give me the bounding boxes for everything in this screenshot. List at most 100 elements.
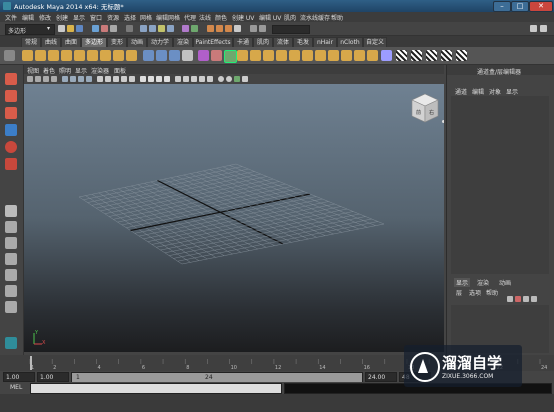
menu-create[interactable]: 创建	[56, 13, 68, 22]
playback-end-field[interactable]: 24.00	[365, 372, 397, 382]
poly-pyramid-icon[interactable]	[113, 50, 124, 61]
mirror-icon[interactable]	[211, 50, 222, 61]
poly-sphere-icon[interactable]	[22, 50, 33, 61]
select-tool-icon[interactable]	[5, 73, 17, 85]
merge-vertex-icon[interactable]	[276, 50, 287, 61]
start-time-field[interactable]: 1.00	[3, 372, 35, 382]
shelf-tab-toon[interactable]: 卡通	[233, 37, 253, 47]
channel-menu-object[interactable]: 对象	[489, 87, 501, 96]
spherical-map-icon[interactable]	[426, 50, 437, 61]
viewcube[interactable]: 前 右	[410, 92, 444, 124]
snap-curve-icon[interactable]	[149, 25, 156, 32]
uv-editor-icon[interactable]	[381, 50, 392, 61]
extract-icon[interactable]	[169, 50, 180, 61]
antialias-icon[interactable]	[164, 76, 170, 82]
hud-icon[interactable]	[207, 76, 213, 82]
menu-window[interactable]: 窗口	[90, 13, 102, 22]
save-scene-icon[interactable]	[76, 25, 83, 32]
current-time-marker[interactable]	[30, 356, 32, 370]
ambient-occlusion-icon[interactable]	[148, 76, 154, 82]
perspective-viewport[interactable]: 前 右 Y X	[24, 84, 444, 352]
wireframe-on-shaded-icon[interactable]	[113, 76, 119, 82]
duplicate-face-icon[interactable]	[354, 50, 365, 61]
menu-create-uv[interactable]: 创建 UV	[232, 13, 254, 22]
new-scene-icon[interactable]	[58, 25, 65, 32]
shelf-menu-icon[interactable]	[4, 50, 15, 61]
wireframe-icon[interactable]	[97, 76, 103, 82]
shelf-tab-fluids[interactable]: 流体	[273, 37, 293, 47]
scale-tool-icon[interactable]	[5, 158, 17, 170]
rotate-tool-icon[interactable]	[5, 141, 17, 153]
select-object-icon[interactable]	[101, 25, 108, 32]
shelf-tab-nhair[interactable]: nHair	[313, 37, 337, 47]
boolean-icon[interactable]	[198, 50, 209, 61]
menu-modify[interactable]: 修改	[39, 13, 51, 22]
insert-edge-loop-icon[interactable]	[289, 50, 300, 61]
open-scene-icon[interactable]	[67, 25, 74, 32]
all-lights-icon[interactable]	[226, 76, 232, 82]
poly-prism-icon[interactable]	[100, 50, 111, 61]
poly-cylinder-icon[interactable]	[48, 50, 59, 61]
layer-up-icon[interactable]	[523, 296, 529, 302]
select-hierarchy-icon[interactable]	[92, 25, 99, 32]
layout-persp-graph-icon[interactable]	[5, 269, 17, 281]
menu-muscle[interactable]: 肌肉	[284, 13, 296, 22]
menu-color[interactable]: 颜色	[215, 13, 227, 22]
combine-icon[interactable]	[143, 50, 154, 61]
render-settings-icon[interactable]	[234, 25, 241, 32]
snap-grid-icon[interactable]	[140, 25, 147, 32]
menu-normals[interactable]: 法线	[199, 13, 211, 22]
poly-cone-icon[interactable]	[61, 50, 72, 61]
use-lights-icon[interactable]	[129, 76, 135, 82]
xray-icon[interactable]	[175, 76, 181, 82]
new-layer-selected-icon[interactable]	[515, 296, 521, 302]
bookmark-icon[interactable]	[43, 76, 49, 82]
channel-menu-channels[interactable]: 通道	[455, 87, 467, 96]
poly-torus-icon[interactable]	[87, 50, 98, 61]
chamfer-icon[interactable]	[367, 50, 378, 61]
menu-file[interactable]: 文件	[5, 13, 17, 22]
menu-edit[interactable]: 编辑	[22, 13, 34, 22]
quick-select-field[interactable]	[272, 25, 310, 34]
hypershade-icon[interactable]	[250, 25, 257, 32]
shelf-tab-ncloth[interactable]: nCloth	[337, 37, 363, 47]
paint-select-tool-icon[interactable]	[5, 107, 17, 119]
grid-toggle-icon[interactable]	[62, 76, 68, 82]
shelf-tab-polygons[interactable]: 多边形	[81, 37, 107, 47]
layer-tab-render[interactable]: 渲染	[477, 278, 489, 287]
layer-menu-layers[interactable]: 层	[456, 288, 462, 297]
smooth-icon[interactable]	[182, 50, 193, 61]
shelf-tab-curves[interactable]: 曲线	[41, 37, 61, 47]
shadows-icon[interactable]	[140, 76, 146, 82]
layer-menu-help[interactable]: 帮助	[486, 288, 498, 297]
isolate-select-icon[interactable]	[191, 76, 197, 82]
menu-pipeline-cache[interactable]: 流水线缓存	[300, 13, 330, 22]
default-light-icon[interactable]	[218, 76, 224, 82]
shelf-tab-animation[interactable]: 动画	[127, 37, 147, 47]
motion-blur-icon[interactable]	[156, 76, 162, 82]
shelf-tab-custom[interactable]: 自定义	[363, 37, 387, 47]
layout-custom-icon[interactable]	[5, 301, 17, 313]
maximize-button[interactable]: □	[511, 1, 529, 12]
layer-menu-options[interactable]: 选项	[469, 288, 481, 297]
layout-persp-outliner-icon[interactable]	[5, 253, 17, 265]
shelf-tab-fur[interactable]: 毛发	[293, 37, 313, 47]
resolution-gate-icon[interactable]	[78, 76, 84, 82]
channel-menu-show[interactable]: 显示	[506, 87, 518, 96]
film-gate-icon[interactable]	[70, 76, 76, 82]
ipr-render-icon[interactable]	[225, 25, 232, 32]
poke-icon[interactable]	[341, 50, 352, 61]
layout-four-icon[interactable]	[5, 221, 17, 233]
menu-mesh[interactable]: 网格	[140, 13, 152, 22]
shelf-tab-painteffects[interactable]: PaintEffects	[193, 37, 233, 47]
menu-proxy[interactable]: 代理	[184, 13, 196, 22]
layout-two-icon[interactable]	[5, 237, 17, 249]
wedge-icon[interactable]	[328, 50, 339, 61]
planar-map-icon[interactable]	[396, 50, 407, 61]
separate-icon[interactable]	[156, 50, 167, 61]
minimize-button[interactable]: –	[493, 1, 511, 12]
cylindrical-map-icon[interactable]	[411, 50, 422, 61]
snap-surface-icon[interactable]	[167, 25, 174, 32]
shelf-tab-general[interactable]: 常规	[21, 37, 41, 47]
unfold-uv-icon[interactable]	[456, 50, 467, 61]
